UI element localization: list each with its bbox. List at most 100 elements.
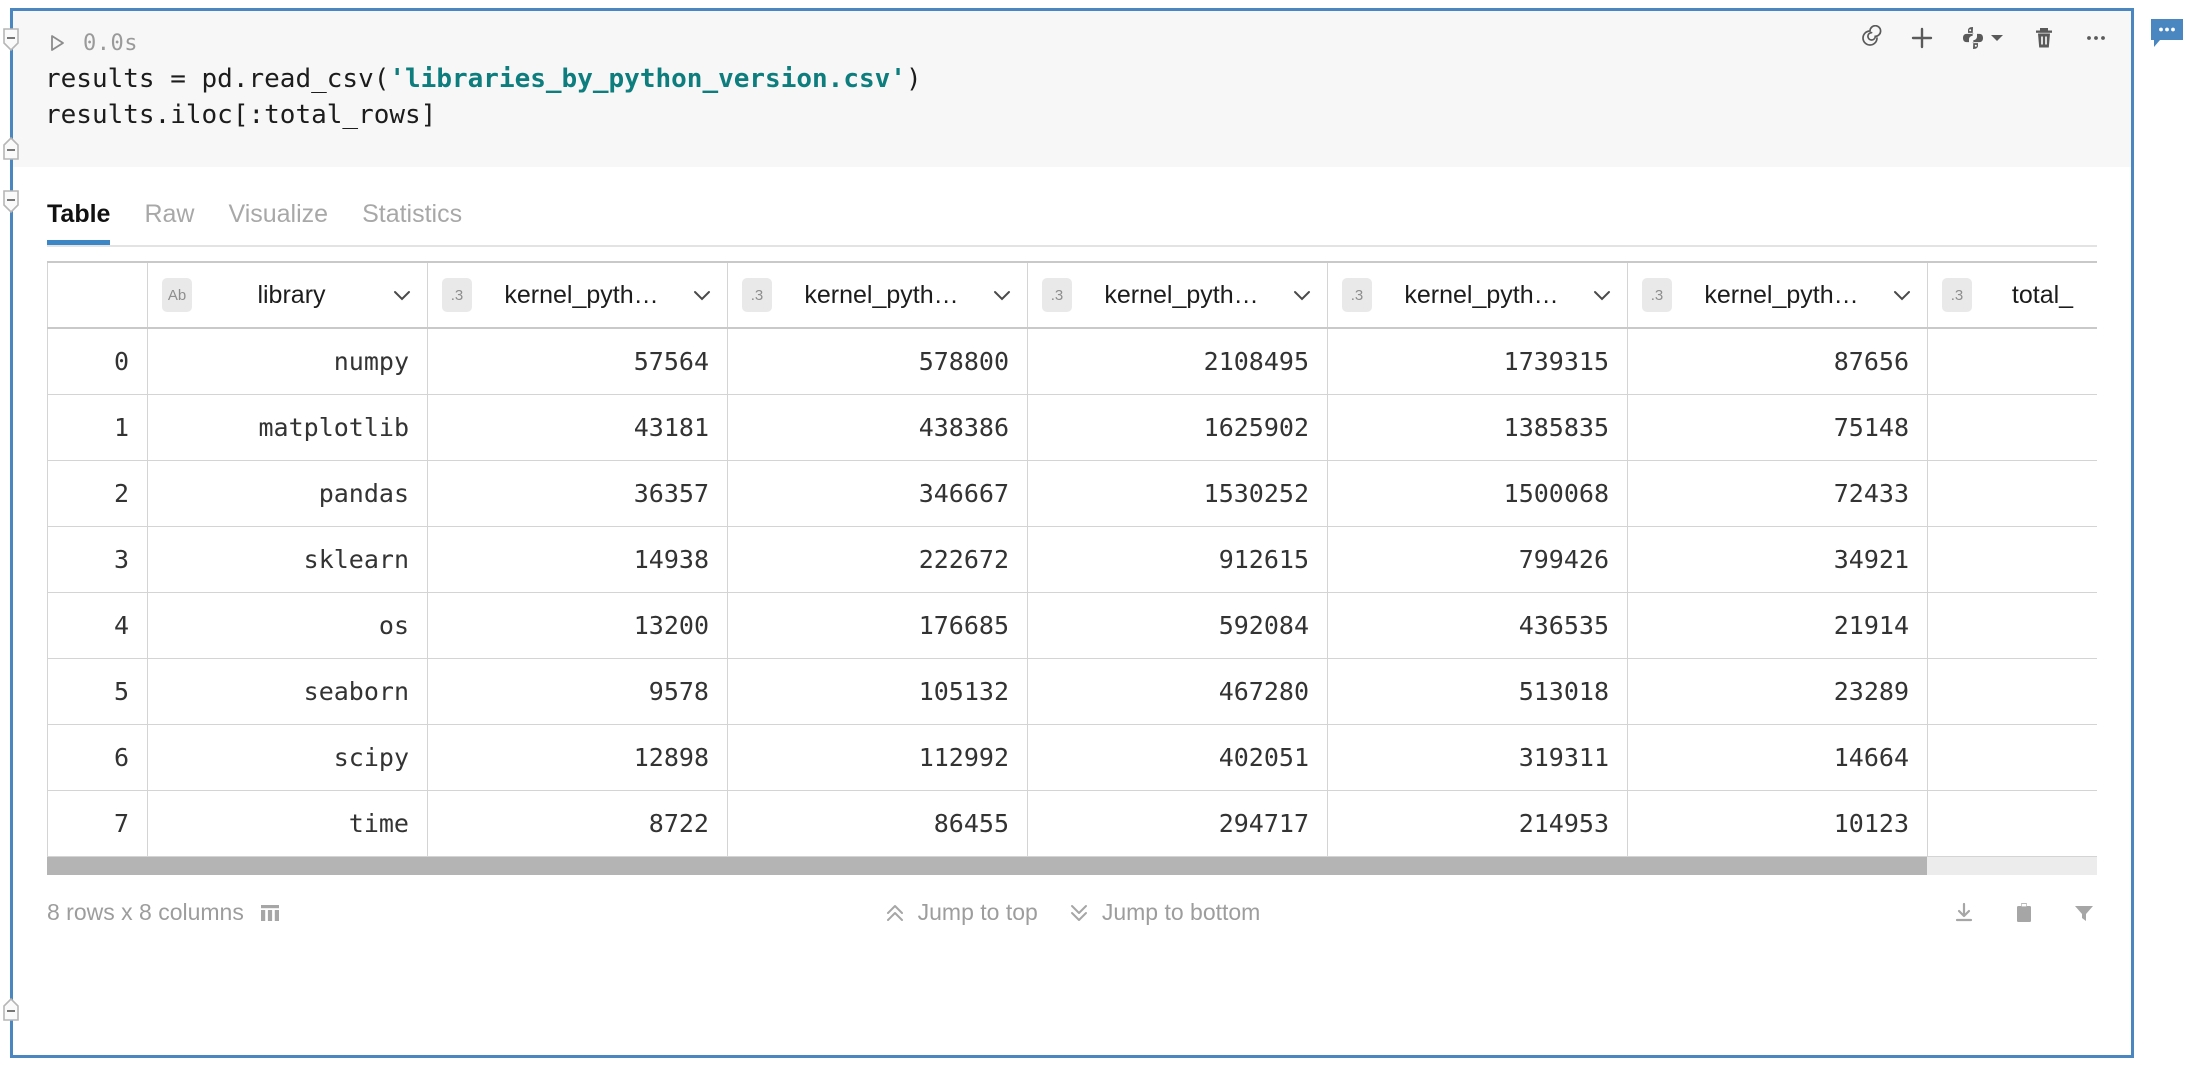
cell-kernel-python-2: 578800 (728, 328, 1028, 394)
code-fold-marker-mid[interactable] (0, 135, 25, 161)
horizontal-scrollbar-thumb[interactable] (47, 857, 1927, 875)
type-badge-float: .3 (1642, 278, 1672, 312)
table-row[interactable]: 7 time 8722 86455 294717 214953 10123 (48, 790, 2098, 856)
spiral-icon[interactable] (1857, 25, 1883, 51)
cell-kernel-python-3: 912615 (1028, 526, 1328, 592)
table-row[interactable]: 6 scipy 12898 112992 402051 319311 14664 (48, 724, 2098, 790)
row-index: 6 (48, 724, 148, 790)
output-view-tabs: Table Raw Visualize Statistics (13, 167, 2131, 245)
filter-icon[interactable] (2071, 900, 2097, 926)
table-row[interactable]: 0 numpy 57564 578800 2108495 1739315 876… (48, 328, 2098, 394)
column-header-kernel-python-5[interactable]: .3 kernel_pyth… (1628, 262, 1928, 328)
column-header-kernel-python-4[interactable]: .3 kernel_pyth… (1328, 262, 1628, 328)
cell-kernel-python-5: 72433 (1628, 460, 1928, 526)
table-row[interactable]: 5 seaborn 9578 105132 467280 513018 2328… (48, 658, 2098, 724)
jump-to-bottom-button[interactable]: Jump to bottom (1068, 899, 1261, 926)
column-header-kernel-python-1[interactable]: .3 kernel_pyth… (428, 262, 728, 328)
cell-kernel-python-2: 105132 (728, 658, 1028, 724)
cell-kernel-python-3: 2108495 (1028, 328, 1328, 394)
cell-kernel-python-1: 43181 (428, 394, 728, 460)
comment-bubble-icon[interactable] (2150, 18, 2184, 48)
output-fold-marker-bottom[interactable] (0, 996, 25, 1022)
chevron-down-icon[interactable] (1891, 284, 1913, 306)
chevron-down-icon[interactable] (691, 284, 713, 306)
column-label: library (202, 281, 381, 310)
column-label: kernel_pyth… (482, 281, 681, 310)
download-icon[interactable] (1951, 900, 1977, 926)
cell-kernel-python-1: 14938 (428, 526, 728, 592)
type-badge-float: .3 (1942, 278, 1972, 312)
chevron-down-icon[interactable] (991, 284, 1013, 306)
cell-kernel-python-2: 222672 (728, 526, 1028, 592)
cell-toolbar (1857, 21, 2109, 55)
tab-statistics[interactable]: Statistics (362, 200, 462, 245)
cell-kernel-python-1: 12898 (428, 724, 728, 790)
column-header-library[interactable]: Ab library (148, 262, 428, 328)
chevron-double-up-icon (884, 902, 906, 924)
cell-kernel-python-4: 436535 (1328, 592, 1628, 658)
row-index: 3 (48, 526, 148, 592)
row-index: 4 (48, 592, 148, 658)
cell-library: scipy (148, 724, 428, 790)
table-body: 0 numpy 57564 578800 2108495 1739315 876… (48, 328, 2098, 856)
add-cell-icon[interactable] (1909, 25, 1935, 51)
chevron-down-icon[interactable] (1291, 284, 1313, 306)
data-table-container[interactable]: Ab library .3 kernel_pyth… (47, 261, 2097, 857)
play-triangle-icon[interactable] (47, 33, 67, 53)
column-header-kernel-python-3[interactable]: .3 kernel_pyth… (1028, 262, 1328, 328)
table-actions (1951, 900, 2097, 926)
cell-total (1928, 460, 2098, 526)
type-badge-string: Ab (162, 278, 192, 312)
table-row[interactable]: 4 os 13200 176685 592084 436535 21914 (48, 592, 2098, 658)
code-fold-marker-top[interactable] (0, 27, 25, 53)
cell-kernel-python-5: 23289 (1628, 658, 1928, 724)
row-index: 1 (48, 394, 148, 460)
column-label: kernel_pyth… (1682, 281, 1881, 310)
code-string-literal: 'libraries_by_python_version.csv' (389, 64, 906, 94)
cell-kernel-python-1: 13200 (428, 592, 728, 658)
chevron-double-down-icon (1068, 902, 1090, 924)
tab-visualize[interactable]: Visualize (228, 200, 328, 245)
table-row[interactable]: 1 matplotlib 43181 438386 1625902 138583… (48, 394, 2098, 460)
chevron-down-icon[interactable] (1989, 30, 2005, 46)
cell-library: os (148, 592, 428, 658)
column-label: kernel_pyth… (1382, 281, 1581, 310)
table-header-row: Ab library .3 kernel_pyth… (48, 262, 2098, 328)
output-fold-marker[interactable] (0, 189, 25, 215)
jump-to-top-button[interactable]: Jump to top (884, 899, 1038, 926)
table-row[interactable]: 2 pandas 36357 346667 1530252 1500068 72… (48, 460, 2098, 526)
tab-table[interactable]: Table (47, 200, 110, 245)
delete-icon[interactable] (2031, 25, 2057, 51)
cell-kernel-python-1: 57564 (428, 328, 728, 394)
cell-kernel-python-4: 1500068 (1328, 460, 1628, 526)
cell-library: matplotlib (148, 394, 428, 460)
cell-kernel-python-4: 513018 (1328, 658, 1628, 724)
column-header-total[interactable]: .3 total_ (1928, 262, 2098, 328)
tab-underline-divider (47, 245, 2097, 247)
cell-kernel-python-3: 1530252 (1028, 460, 1328, 526)
cell-total (1928, 658, 2098, 724)
chevron-down-icon[interactable] (1591, 284, 1613, 306)
kernel-selector[interactable] (1961, 25, 2005, 51)
row-index: 2 (48, 460, 148, 526)
tab-raw[interactable]: Raw (144, 200, 194, 245)
row-index: 0 (48, 328, 148, 394)
type-badge-float: .3 (1342, 278, 1372, 312)
column-header-kernel-python-2[interactable]: .3 kernel_pyth… (728, 262, 1028, 328)
python-kernel-icon[interactable] (1961, 25, 1985, 51)
jump-to-top-label: Jump to top (918, 899, 1038, 926)
cell-total (1928, 790, 2098, 856)
clipboard-icon[interactable] (2011, 900, 2037, 926)
more-options-icon[interactable] (2083, 25, 2109, 51)
cell-kernel-python-2: 438386 (728, 394, 1028, 460)
cell-kernel-python-2: 112992 (728, 724, 1028, 790)
chevron-down-icon[interactable] (391, 284, 413, 306)
cell-kernel-python-5: 14664 (1628, 724, 1928, 790)
type-badge-float: .3 (742, 278, 772, 312)
columns-icon[interactable] (258, 902, 282, 924)
horizontal-scrollbar[interactable] (47, 857, 2097, 875)
code-editor-area[interactable]: 0.0s results = pd.read_csv('libraries_by… (13, 11, 2131, 167)
table-row[interactable]: 3 sklearn 14938 222672 912615 799426 349… (48, 526, 2098, 592)
cell-kernel-python-4: 799426 (1328, 526, 1628, 592)
cell-total (1928, 526, 2098, 592)
